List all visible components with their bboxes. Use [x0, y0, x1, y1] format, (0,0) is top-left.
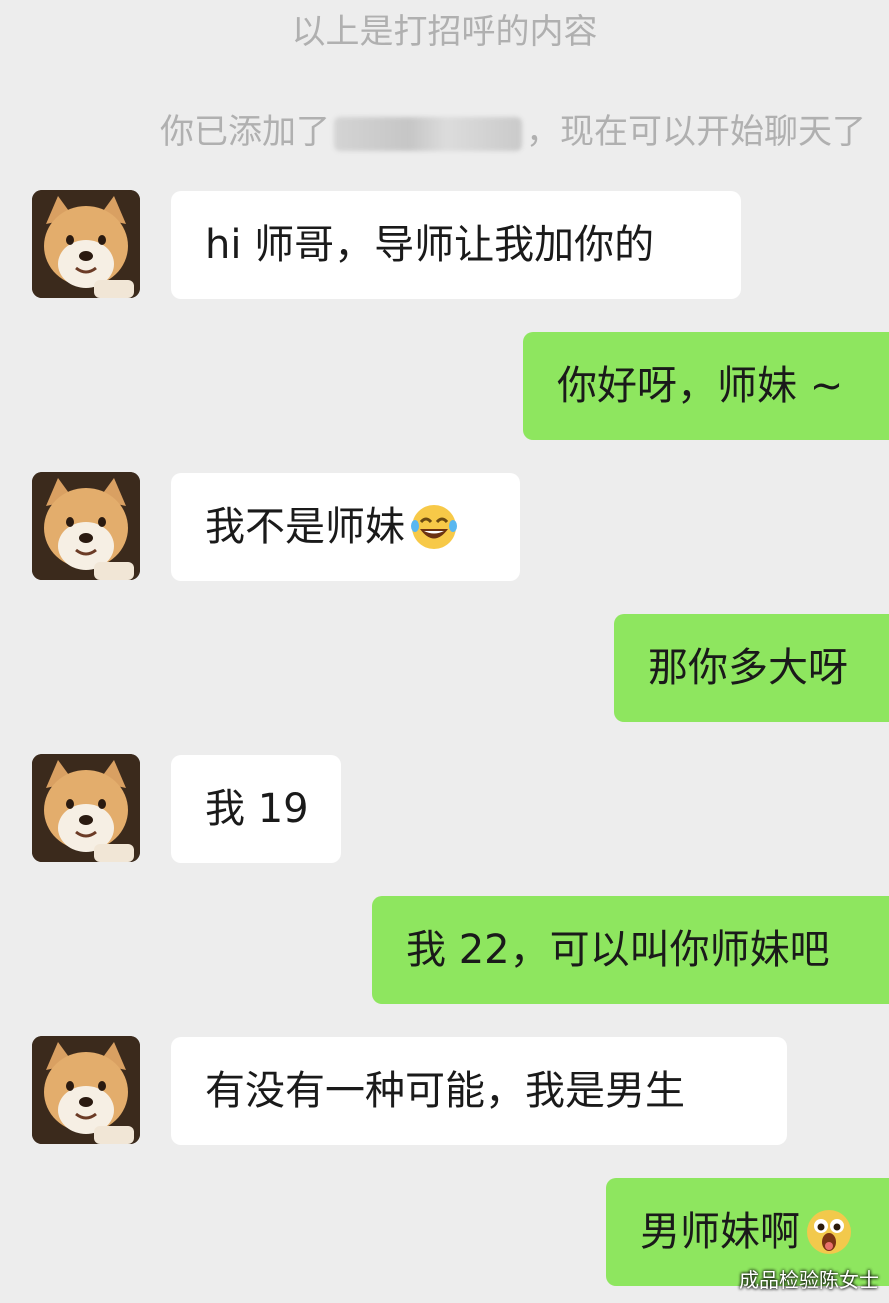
- incoming-message-bubble[interactable]: 有没有一种可能，我是男生: [171, 1037, 787, 1145]
- message-text: 那你多大呀: [648, 645, 848, 691]
- message-text: 我 22，可以叫你师妹吧: [406, 927, 830, 973]
- message-text: 你好呀，师妹 ~: [557, 363, 844, 409]
- message-row: 那你多大呀: [0, 614, 889, 722]
- message-row: 我 19: [0, 754, 889, 864]
- message-text: 我不是师妹: [205, 504, 405, 550]
- contact-avatar[interactable]: [32, 190, 140, 298]
- outgoing-message-bubble[interactable]: 我 22，可以叫你师妹吧: [372, 896, 889, 1004]
- message-text: 有没有一种可能，我是男生: [205, 1068, 685, 1114]
- message-row: 有没有一种可能，我是男生: [0, 1036, 889, 1146]
- greeting-note: 以上是打招呼的内容: [291, 12, 598, 52]
- shiba-dog-avatar-icon: [32, 190, 140, 298]
- message-row: hi 师哥，导师让我加你的: [0, 190, 889, 300]
- added-prefix: 你已添加了: [160, 112, 330, 152]
- contact-avatar[interactable]: [32, 754, 140, 862]
- contact-avatar[interactable]: [32, 472, 140, 580]
- shiba-dog-avatar-icon: [32, 754, 140, 862]
- friend-added-notice: 你已添加了 ，现在可以开始聊天了: [160, 104, 889, 153]
- message-text: 男师妹啊: [640, 1209, 800, 1255]
- shocked-face-emoji-icon: [804, 1207, 854, 1257]
- shiba-dog-avatar-icon: [32, 472, 140, 580]
- message-text: hi 师哥，导师让我加你的: [205, 222, 655, 268]
- outgoing-message-bubble[interactable]: 那你多大呀: [614, 614, 889, 722]
- shiba-dog-avatar-icon: [32, 1036, 140, 1144]
- contact-avatar[interactable]: [32, 1036, 140, 1144]
- message-row: 我不是师妹: [0, 472, 889, 582]
- incoming-message-bubble[interactable]: hi 师哥，导师让我加你的: [171, 191, 741, 299]
- incoming-message-bubble[interactable]: 我 19: [171, 755, 341, 863]
- laughing-tears-emoji-icon: [409, 502, 459, 552]
- message-text: 我 19: [205, 786, 309, 832]
- redacted-name: [334, 116, 522, 151]
- incoming-message-bubble[interactable]: 我不是师妹: [171, 473, 520, 581]
- watermark: 成品检验陈女士: [739, 1268, 879, 1292]
- added-suffix: ，现在可以开始聊天了: [526, 112, 866, 152]
- message-row: 你好呀，师妹 ~: [0, 332, 889, 440]
- message-row: 我 22，可以叫你师妹吧: [0, 896, 889, 1004]
- outgoing-message-bubble[interactable]: 你好呀，师妹 ~: [523, 332, 889, 440]
